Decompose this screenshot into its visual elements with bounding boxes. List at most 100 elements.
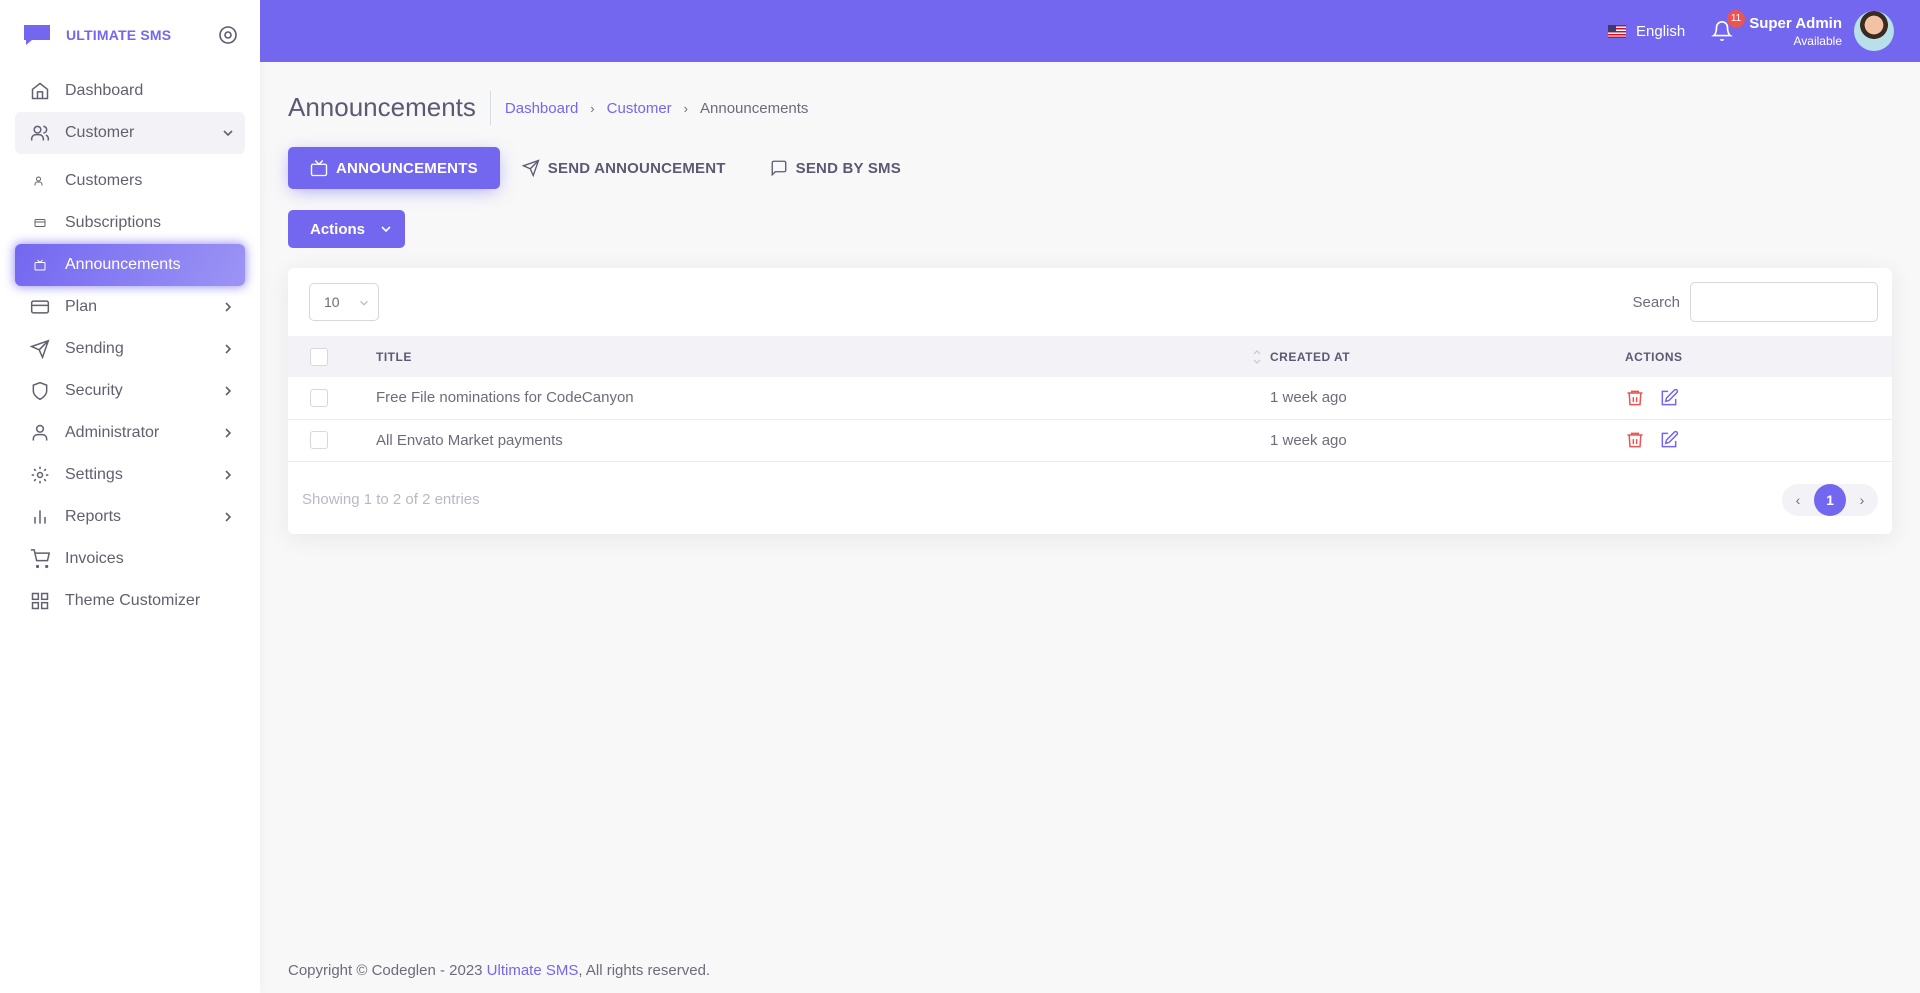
search-label: Search <box>1632 293 1680 311</box>
chat-logo-icon <box>22 23 52 47</box>
row-select-cell <box>288 419 376 462</box>
edit-icon[interactable] <box>1659 388 1679 408</box>
row-checkbox[interactable] <box>310 431 328 450</box>
user-status: Available <box>1793 33 1842 48</box>
tv-icon <box>310 159 328 177</box>
sidebar-item-theme-customizer[interactable]: Theme Customizer <box>15 580 245 622</box>
trash-icon[interactable] <box>1625 430 1645 450</box>
sidebar-item-label: Security <box>65 382 123 399</box>
search-input[interactable] <box>1690 282 1878 322</box>
settings-icon <box>30 465 50 485</box>
sidebar-item-security[interactable]: Security <box>15 370 245 412</box>
language-label: English <box>1636 22 1686 40</box>
table-info: Showing 1 to 2 of 2 entries <box>302 491 480 508</box>
collapse-toggle-icon[interactable] <box>218 25 238 45</box>
actions-dropdown-button[interactable]: Actions <box>288 210 406 248</box>
language-dropdown[interactable]: English <box>1608 23 1685 40</box>
home-icon <box>30 81 50 101</box>
sidebar-item-invoices[interactable]: Invoices <box>15 538 245 580</box>
sidebar-item-label: Customers <box>65 172 143 189</box>
sidebar-item-reports[interactable]: Reports <box>15 496 245 538</box>
sidebar-item-customers[interactable]: Customers <box>15 160 245 202</box>
brand[interactable]: ULTIMATE SMS <box>0 0 260 70</box>
shopping-cart-icon <box>30 549 50 569</box>
edit-icon[interactable] <box>1659 430 1679 450</box>
sidebar-item-subscriptions[interactable]: Subscriptions <box>15 202 245 244</box>
sidebar-item-label: Announcements <box>65 256 181 273</box>
sidebar-item-dashboard[interactable]: Dashboard <box>15 70 245 112</box>
trash-icon[interactable] <box>1625 388 1645 408</box>
bell-icon <box>1711 21 1734 46</box>
sidebar-item-label: Settings <box>65 466 123 483</box>
table-row: All Envato Market payments 1 week ago <box>288 419 1892 462</box>
avatar[interactable] <box>1854 11 1894 51</box>
sidebar-item-announcements[interactable]: Announcements <box>15 244 245 286</box>
column-title-label: TITLE <box>376 349 412 364</box>
tab-send-announcement[interactable]: SEND ANNOUNCEMENT <box>500 147 748 189</box>
credit-card-icon <box>30 297 50 317</box>
top-navbar: English 11 Super Admin Available <box>260 0 1920 62</box>
select-all-cell <box>288 336 376 377</box>
sidebar-item-label: Dashboard <box>65 82 144 99</box>
notification-count-badge: 11 <box>1726 10 1746 28</box>
column-title[interactable]: TITLE <box>376 336 1270 377</box>
row-select-cell <box>288 377 376 420</box>
sidebar-item-label: Administrator <box>65 424 160 441</box>
notifications-button[interactable]: 11 <box>1711 10 1746 42</box>
page-title: Announcements <box>288 91 491 125</box>
sidebar-item-settings[interactable]: Settings <box>15 454 245 496</box>
row-created-at: 1 week ago <box>1270 377 1625 420</box>
sidebar-item-label: Sending <box>65 340 124 357</box>
breadcrumb-current: Announcements <box>700 99 809 117</box>
page-button-current[interactable]: 1 <box>1814 483 1846 516</box>
sidebar-item-plan[interactable]: Plan <box>15 286 245 328</box>
tv-small-icon <box>30 255 50 275</box>
breadcrumb-customer[interactable]: Customer <box>607 100 672 117</box>
chevron-right-icon <box>221 384 235 398</box>
message-square-icon <box>770 159 788 177</box>
sort-icon <box>1252 346 1262 368</box>
tab-label: SEND ANNOUNCEMENT <box>547 159 726 177</box>
send-icon <box>30 339 50 359</box>
sidebar-item-label: Plan <box>65 298 98 315</box>
row-checkbox[interactable] <box>310 388 328 407</box>
tab-send-by-sms[interactable]: SEND BY SMS <box>748 147 923 189</box>
table-row: Free File nominations for CodeCanyon 1 w… <box>288 377 1892 420</box>
chevron-right-icon: › <box>683 100 689 116</box>
table-controls: 10 Search <box>288 268 1892 336</box>
actions-label: Actions <box>310 220 366 238</box>
tab-label: ANNOUNCEMENTS <box>336 159 478 177</box>
column-actions: ACTIONS <box>1625 349 1683 364</box>
footer-link[interactable]: Ultimate SMS <box>487 962 579 979</box>
tab-announcements[interactable]: ANNOUNCEMENTS <box>288 147 500 189</box>
row-created-at: 1 week ago <box>1270 419 1625 462</box>
previous-page-button[interactable]: ‹ <box>1782 484 1814 516</box>
column-created-at[interactable]: CREATED AT <box>1270 336 1625 377</box>
pagination: ‹ 1 › <box>1782 483 1878 516</box>
sidebar-item-customer[interactable]: Customer <box>15 112 245 154</box>
table-footer: Showing 1 to 2 of 2 entries ‹ 1 › <box>288 462 1892 538</box>
user-info[interactable]: Super Admin Available <box>1749 15 1842 48</box>
sidebar-item-label: Theme Customizer <box>65 592 201 609</box>
chevron-right-icon <box>221 468 235 482</box>
send-icon <box>521 159 540 178</box>
chevron-down-icon <box>358 296 370 308</box>
main-content: Announcements Dashboard › Customer › Ann… <box>288 62 1892 534</box>
sidebar-item-sending[interactable]: Sending <box>15 328 245 370</box>
page-length-select[interactable]: 10 <box>309 283 379 321</box>
card-small-icon <box>30 213 50 233</box>
bar-chart-icon <box>30 507 50 527</box>
next-page-button[interactable]: › <box>1846 484 1878 516</box>
chevron-right-icon <box>221 300 235 314</box>
users-small-icon <box>30 171 50 191</box>
chevron-right-icon: › <box>590 100 595 116</box>
sidebar-nav: Dashboard Customer Customers Subscriptio… <box>0 70 260 622</box>
announcements-table: TITLE CREATED AT ACTIONS Free File nomin… <box>288 336 1892 462</box>
chevron-right-icon <box>221 426 235 440</box>
announcements-table-card: 10 Search TITLE CREATED AT ACTIONS Free … <box>288 268 1892 534</box>
chevron-right-icon <box>221 342 235 356</box>
table-header-row: TITLE CREATED AT ACTIONS <box>288 336 1892 377</box>
select-all-checkbox[interactable] <box>310 347 328 366</box>
breadcrumb-dashboard[interactable]: Dashboard <box>505 100 578 117</box>
sidebar-item-administrator[interactable]: Administrator <box>15 412 245 454</box>
